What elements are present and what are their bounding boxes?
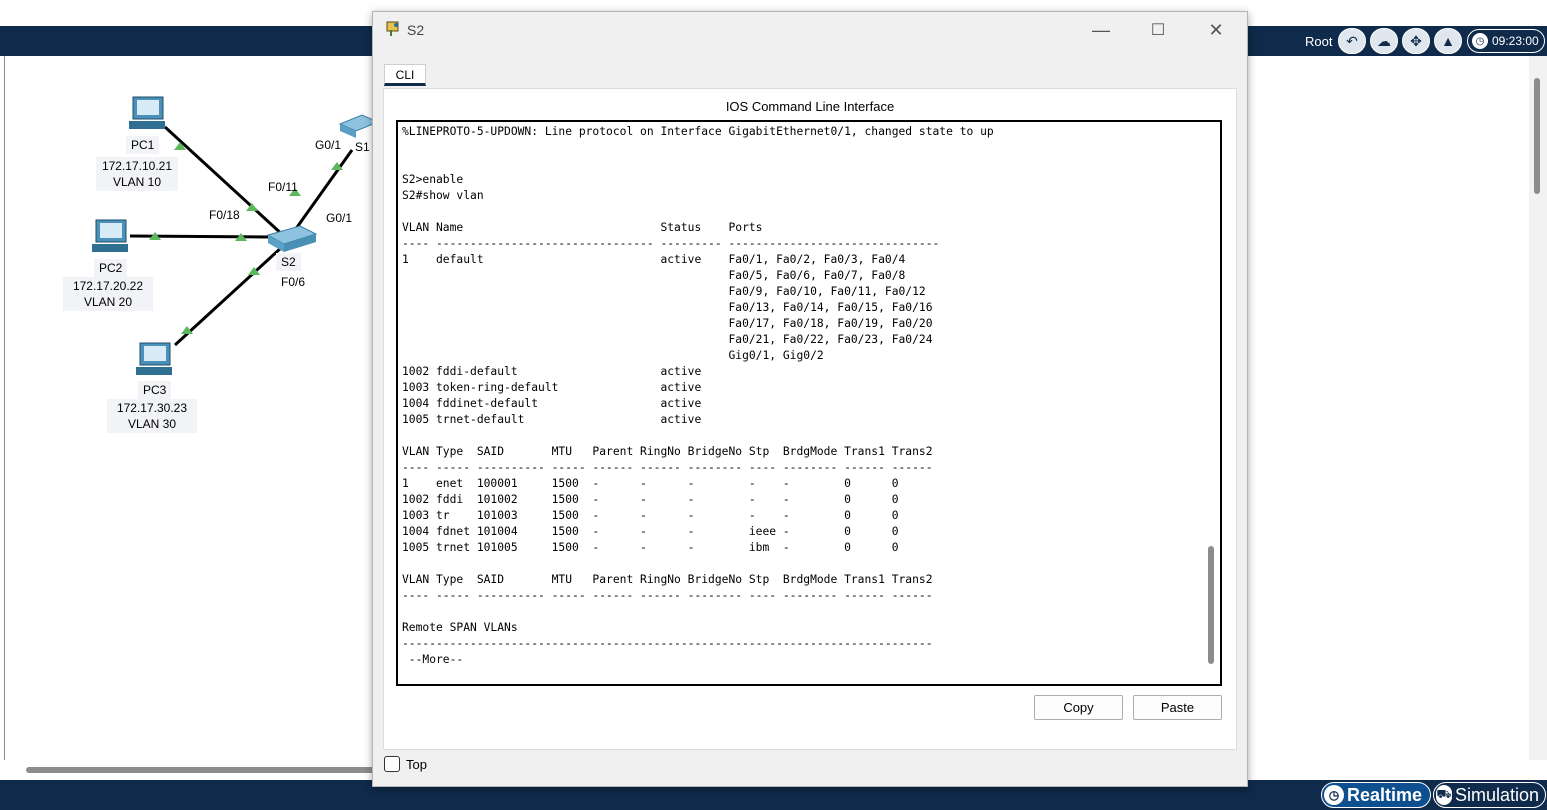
time-display: ◷ 09:23:00 — [1467, 29, 1545, 53]
simulation-label: Simulation — [1454, 784, 1539, 805]
pc3-ip: 172.17.30.23 — [116, 401, 188, 415]
tab-bar: CLI — [383, 60, 1235, 88]
tab-cli[interactable]: CLI — [384, 64, 426, 86]
link-pc2-s2 — [129, 234, 269, 239]
port-label-g01-s1: G0/1 — [315, 138, 342, 152]
network-topology: PC1 172.17.10.21 VLAN 10 PC2 172.17.20.2… — [0, 0, 400, 780]
paste-button[interactable]: Paste — [1133, 695, 1222, 720]
back-arrow-icon[interactable]: ↶ — [1338, 28, 1366, 54]
window-titlebar[interactable]: S2 — ☐ ✕ — [373, 12, 1247, 48]
s1-name: S1 — [355, 140, 370, 154]
workspace-vertical-scroll-thumb[interactable] — [1534, 78, 1540, 194]
close-button[interactable]: ✕ — [1193, 18, 1239, 42]
clock-icon: ◷ — [1472, 33, 1488, 49]
maximize-button[interactable]: ☐ — [1135, 18, 1181, 42]
pc1-icon[interactable] — [129, 96, 165, 129]
cloud-icon[interactable]: ☁ — [1370, 28, 1398, 54]
port-label-g01-s2: G0/1 — [326, 211, 353, 225]
top-checkbox-box[interactable] — [384, 756, 400, 772]
realtime-mode-button[interactable]: ◷ Realtime — [1321, 782, 1431, 808]
minimize-button[interactable]: — — [1078, 18, 1124, 42]
clock-time: 09:23:00 — [1492, 34, 1539, 48]
simulation-icon: ⛟ — [1436, 785, 1452, 805]
pc2-vlan: VLAN 20 — [83, 295, 133, 309]
pc1-vlan: VLAN 10 — [112, 175, 162, 189]
pc3-vlan: VLAN 30 — [127, 417, 177, 431]
top-checkbox-label: Top — [406, 756, 427, 772]
terminal-scroll-thumb[interactable] — [1208, 546, 1214, 664]
terminal-output[interactable]: ... , , ... . %LINEPROTO-5-UPDOWN: Line … — [402, 122, 994, 668]
top-checkbox[interactable]: Top — [384, 756, 427, 772]
pc1-name: PC1 — [126, 136, 160, 154]
pc2-info: 172.17.20.22 VLAN 20 — [63, 277, 153, 311]
navigation-icon[interactable]: ✥ — [1402, 28, 1430, 54]
copy-button[interactable]: Copy — [1034, 695, 1123, 720]
panel-title: IOS Command Line Interface — [725, 99, 895, 114]
pc2-ip: 172.17.20.22 — [72, 279, 144, 293]
realtime-label: Realtime — [1347, 784, 1423, 805]
port-label-f018: F0/18 — [209, 208, 240, 222]
port-label-f011: F0/11 — [268, 180, 298, 194]
device-window: S2 — ☐ ✕ CLI IOS Command Line Interface … — [372, 11, 1248, 787]
pc1-info: 172.17.10.21 VLAN 10 — [96, 157, 178, 191]
port-label-f06: F0/6 — [281, 275, 306, 289]
root-label: Root — [1305, 34, 1333, 49]
s2-name: S2 — [276, 253, 301, 271]
simulation-mode-button[interactable]: ⛟ Simulation — [1433, 782, 1546, 808]
image-icon[interactable]: ▲ — [1434, 28, 1462, 54]
pc3-icon[interactable] — [136, 342, 172, 375]
pc3-info: 172.17.30.23 VLAN 30 — [107, 399, 197, 433]
pc2-icon[interactable] — [92, 219, 128, 252]
pc2-name: PC2 — [94, 259, 128, 277]
topology-links — [92, 96, 380, 375]
pc1-ip: 172.17.10.21 — [101, 159, 173, 173]
link-pc3-s2 — [173, 245, 284, 347]
clock-icon: ◷ — [1324, 785, 1344, 805]
packet-tracer-logo-icon — [386, 21, 399, 36]
pc3-name: PC3 — [138, 381, 172, 399]
window-title: S2 — [407, 22, 425, 38]
cli-panel: IOS Command Line Interface ... , , ... .… — [383, 88, 1237, 750]
cli-terminal[interactable]: ... , , ... . %LINEPROTO-5-UPDOWN: Line … — [396, 120, 1222, 686]
